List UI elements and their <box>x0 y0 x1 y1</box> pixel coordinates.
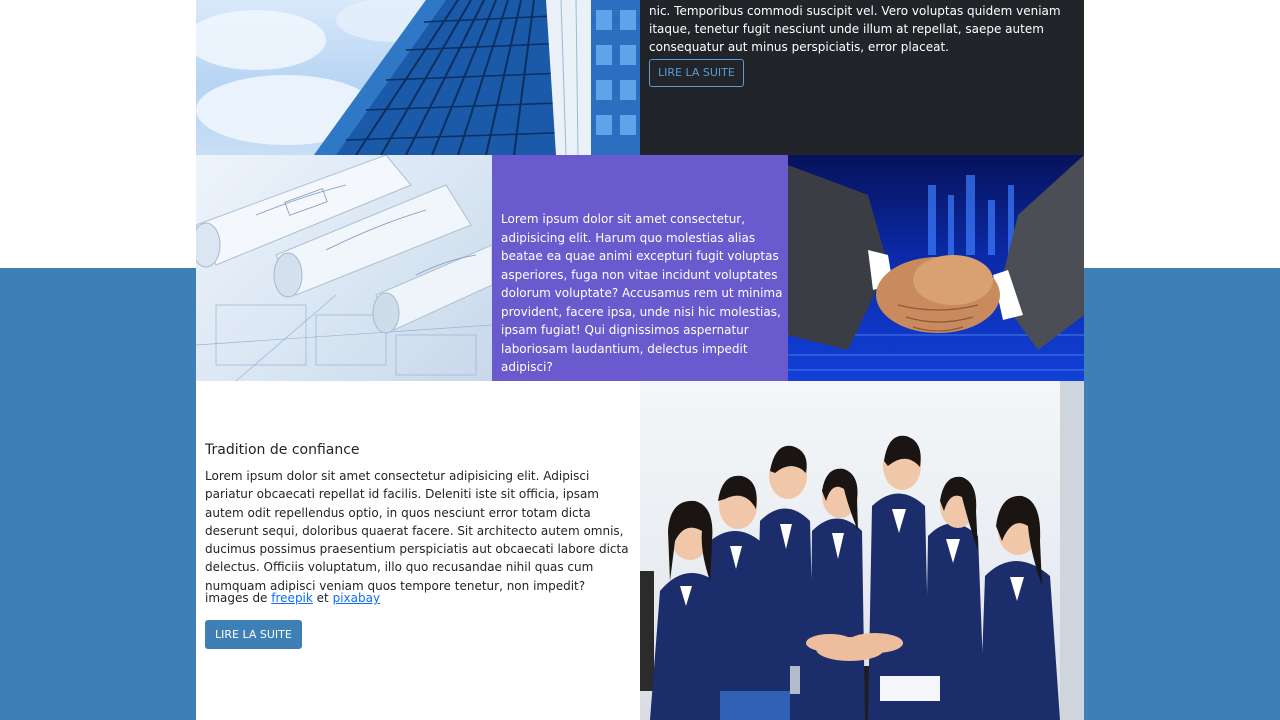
credit-prefix: images de <box>205 591 268 605</box>
handshake-image <box>788 155 1084 381</box>
content-container: nic. Temporibus commodi suscipit vel. Ve… <box>196 0 1084 720</box>
section-title: Tradition de confiance <box>205 442 360 458</box>
pixabay-link[interactable]: pixabay <box>333 591 380 605</box>
purple-text-panel: Lorem ipsum dolor sit amet consectetur, … <box>492 155 788 381</box>
blueprint-image <box>196 155 492 381</box>
image-credit: images de freepik et pixabay <box>205 591 380 605</box>
read-more-button[interactable]: LIRE LA SUITE <box>205 620 302 649</box>
dark-text-panel: nic. Temporibus commodi suscipit vel. Ve… <box>640 0 1084 155</box>
freepik-link[interactable]: freepik <box>271 591 313 605</box>
row-2: Lorem ipsum dolor sit amet consectetur, … <box>196 155 1084 381</box>
row2-paragraph: Lorem ipsum dolor sit amet consectetur, … <box>501 212 783 374</box>
credit-mid: et <box>316 591 329 605</box>
trust-text-panel: Tradition de confiance Lorem ipsum dolor… <box>196 381 640 720</box>
row-1: nic. Temporibus commodi suscipit vel. Ve… <box>196 0 1084 155</box>
building-image <box>196 0 640 155</box>
page: nic. Temporibus commodi suscipit vel. Ve… <box>0 0 1280 720</box>
row-3: Tradition de confiance Lorem ipsum dolor… <box>196 381 1084 720</box>
row1-paragraph: nic. Temporibus commodi suscipit vel. Ve… <box>649 4 1061 54</box>
read-more-button-outline[interactable]: LIRE LA SUITE <box>649 59 744 87</box>
section-body: Lorem ipsum dolor sit amet consectetur a… <box>205 469 629 593</box>
team-image <box>640 381 1084 720</box>
